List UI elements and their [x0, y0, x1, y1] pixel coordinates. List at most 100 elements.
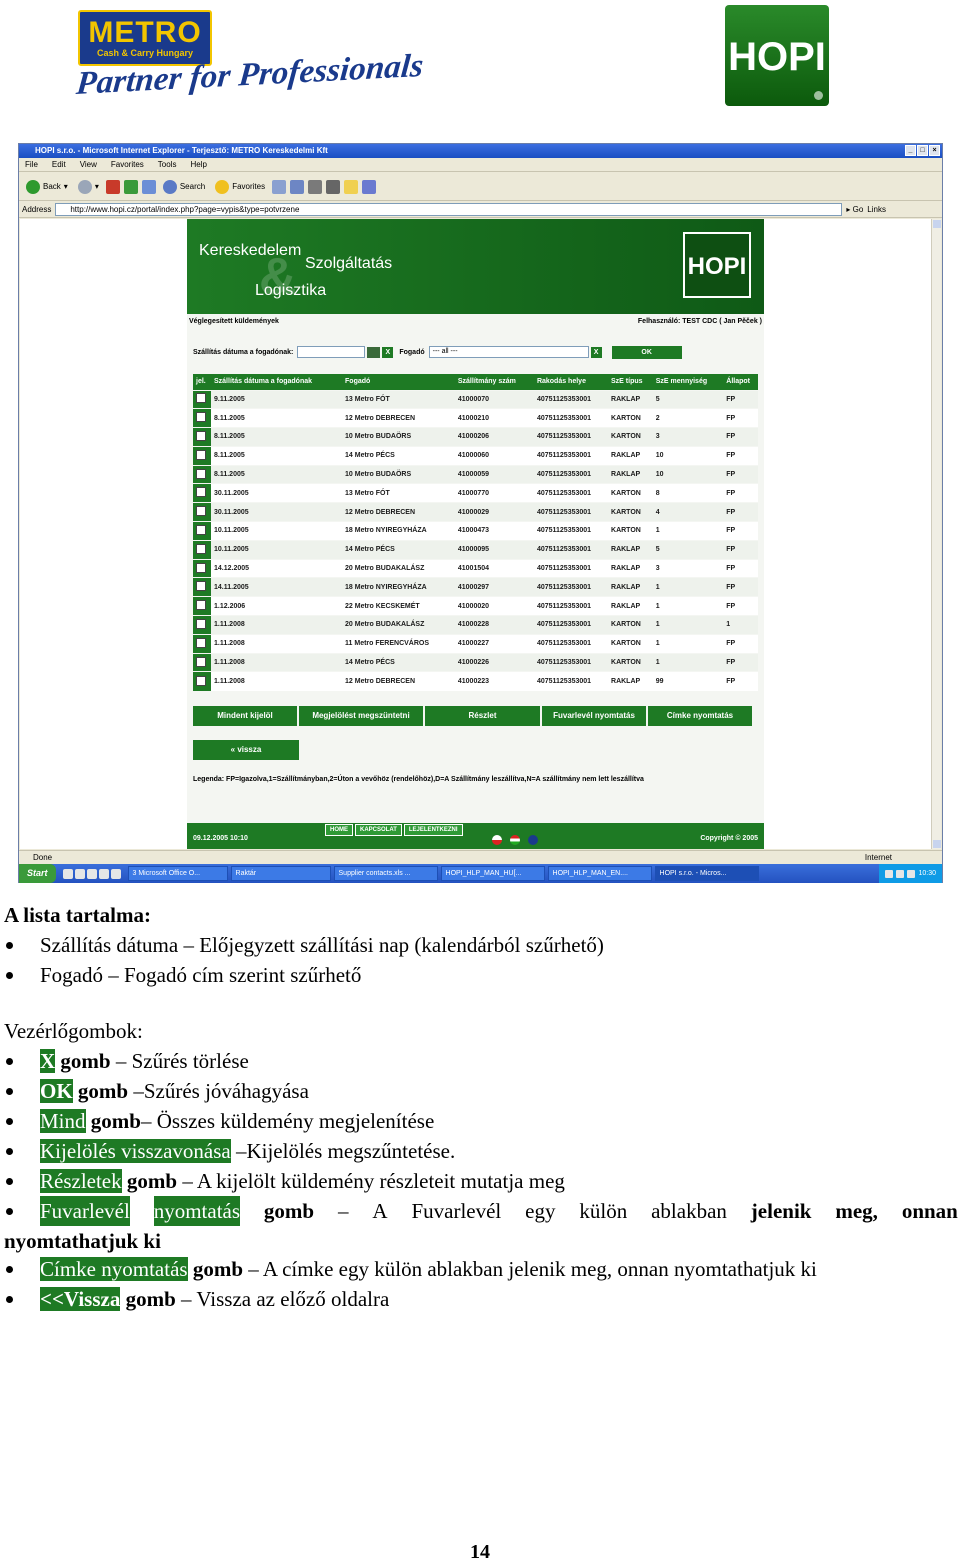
table-row[interactable]: 10.11.2005 18 Metro NYIREGYHÁZA 41000473 40…	[193, 521, 758, 541]
task-supplier-contacts[interactable]: Supplier contacts.xls ...	[333, 866, 438, 881]
row-checkbox[interactable]	[196, 449, 206, 460]
close-icon[interactable]: ×	[929, 145, 940, 156]
back-button[interactable]: Back ▾	[23, 178, 71, 196]
table-row[interactable]: 1.11.2008 12 Metro DEBRECEN 41000223 407511…	[193, 671, 758, 691]
flag-cz-icon[interactable]	[492, 835, 502, 845]
row-checkbox[interactable]	[196, 581, 206, 592]
row-checkbox[interactable]	[196, 506, 206, 517]
quicklaunch-excel-icon[interactable]	[74, 868, 85, 879]
minimize-icon[interactable]: _	[905, 145, 916, 156]
table-row[interactable]: 1.11.2008 20 Metro BUDAKALÁSZ 41000228 4075…	[193, 615, 758, 635]
go-button[interactable]: ▸ Go	[846, 205, 863, 214]
row-checkbox[interactable]	[196, 656, 206, 667]
table-row[interactable]: 8.11.2005 14 Metro PÉCS 41000060 4075112535…	[193, 445, 758, 466]
row-checkbox[interactable]	[196, 600, 206, 611]
print-waybill-button[interactable]: Fuvarlevél nyomtatás	[542, 706, 646, 726]
mail-icon[interactable]	[290, 179, 305, 194]
menu-view[interactable]: View	[80, 158, 97, 171]
footer-nav-home[interactable]: HOME	[325, 824, 353, 836]
quicklaunch-word-icon[interactable]	[98, 868, 109, 879]
col-recipient[interactable]: Fogadó	[342, 374, 455, 390]
row-checkbox[interactable]	[196, 412, 206, 423]
table-row[interactable]: 1.11.2008 14 Metro PÉCS 41000226 4075112535…	[193, 652, 758, 672]
forward-button[interactable]: ▾	[75, 178, 102, 196]
quicklaunch-desktop-icon[interactable]	[110, 868, 121, 879]
col-unit-type[interactable]: SzE típus	[608, 374, 653, 390]
maximize-icon[interactable]: □	[917, 145, 928, 156]
col-unit-qty[interactable]: SzE mennyiség	[652, 374, 724, 390]
table-row[interactable]: 9.11.2005 13 Metro FÓT 41000070 40751125353…	[193, 389, 758, 409]
col-status[interactable]: Állapot	[723, 374, 758, 390]
row-checkbox[interactable]	[196, 524, 206, 535]
deselect-button[interactable]: Megjelölést megszüntetni	[299, 706, 423, 726]
favorites-button[interactable]: Favorites	[212, 178, 268, 196]
details-button[interactable]: Részlet	[425, 706, 540, 726]
menu-help[interactable]: Help	[190, 158, 206, 171]
links-button[interactable]: Links	[867, 205, 886, 214]
flag-hu-icon[interactable]	[510, 835, 520, 845]
table-row[interactable]: 14.12.2005 20 Metro BUDAKALÁSZ 41001504 407…	[193, 558, 758, 578]
address-input[interactable]: http://www.hopi.cz/portal/index.php?page…	[55, 203, 843, 216]
table-row[interactable]: 1.11.2008 11 Metro FERENCVÁROS 41000227 407…	[193, 633, 758, 654]
task-manual-en[interactable]: HOPI_HLP_MAN_EN....	[547, 866, 652, 881]
row-checkbox[interactable]	[196, 562, 206, 573]
table-row[interactable]: 8.11.2005 10 Metro BUDAÖRS 41000059 4075112…	[193, 464, 758, 484]
folder-icon[interactable]	[344, 179, 359, 194]
table-row[interactable]: 10.11.2005 14 Metro PÉCS 41000095 407511253…	[193, 539, 758, 560]
row-checkbox[interactable]	[196, 468, 206, 479]
table-row[interactable]: 14.11.2005 18 Metro NYIREGYHÁZA 41000297 40…	[193, 577, 758, 597]
date-filter-input[interactable]	[297, 346, 366, 358]
select-all-button[interactable]: Mindent kijelöl	[193, 706, 297, 726]
table-row[interactable]: 8.11.2005 10 Metro BUDAÖRS 41000206 4075112…	[193, 427, 758, 447]
menu-edit[interactable]: Edit	[52, 158, 66, 171]
scroll-down-icon[interactable]	[933, 840, 941, 848]
table-row[interactable]: 1.12.2006 22 Metro KECSKEMÉT 41000020 40751…	[193, 596, 758, 616]
row-checkbox[interactable]	[196, 543, 206, 554]
task-hopi-ie[interactable]: HOPI s.r.o. - Micros...	[654, 866, 759, 881]
start-button[interactable]: Start	[19, 864, 56, 883]
row-checkbox[interactable]	[196, 393, 206, 404]
edit-icon[interactable]	[326, 179, 341, 194]
row-checkbox[interactable]	[196, 487, 206, 498]
recipient-clear-button[interactable]: X	[590, 346, 602, 358]
task-manual-hu[interactable]: HOPI_HLP_MAN_HU[...	[440, 866, 545, 881]
date-clear-button[interactable]: X	[382, 346, 394, 358]
stop-icon[interactable]	[105, 179, 120, 194]
messenger-icon[interactable]	[362, 179, 377, 194]
col-shipment-no[interactable]: Szállítmány szám	[454, 374, 534, 390]
menu-favorites[interactable]: Favorites	[111, 158, 144, 171]
table-row[interactable]: 30.11.2005 12 Metro DEBRECEN 41000029 40751…	[193, 502, 758, 522]
quicklaunch-outlook-icon[interactable]	[86, 868, 97, 879]
table-row[interactable]: 30.11.2005 13 Metro FÓT 41000770 4075112535…	[193, 483, 758, 503]
tray-icon[interactable]	[896, 869, 905, 878]
history-icon[interactable]	[272, 179, 287, 194]
table-row[interactable]: 8.11.2005 12 Metro DEBRECEN 41000210 407511…	[193, 408, 758, 428]
print-icon[interactable]	[308, 179, 323, 194]
recipient-select[interactable]: --- all ---	[428, 346, 589, 358]
row-checkbox[interactable]	[196, 430, 206, 441]
footer-nav-contact[interactable]: KAPCSOLAT	[355, 824, 402, 836]
tray-icon[interactable]	[885, 869, 894, 878]
print-label-button[interactable]: Címke nyomtatás	[648, 706, 752, 726]
vertical-scrollbar[interactable]	[931, 219, 941, 849]
home-icon[interactable]	[141, 179, 156, 194]
col-loading-place[interactable]: Rakodás helye	[533, 374, 609, 390]
scroll-up-icon[interactable]	[933, 220, 941, 228]
menu-tools[interactable]: Tools	[158, 158, 177, 171]
quicklaunch-ie-icon[interactable]	[62, 868, 73, 879]
col-date[interactable]: Szállítás dátuma a fogadónak	[211, 374, 343, 390]
row-checkbox[interactable]	[196, 618, 206, 629]
row-checkbox[interactable]	[196, 675, 206, 686]
row-checkbox[interactable]	[196, 637, 206, 648]
refresh-icon[interactable]	[123, 179, 138, 194]
calendar-icon[interactable]	[367, 346, 381, 358]
search-button[interactable]: Search	[160, 178, 208, 196]
task-office[interactable]: 3 Microsoft Office O...	[127, 866, 228, 881]
filter-ok-button[interactable]: OK	[611, 345, 682, 359]
menu-file[interactable]: File	[25, 158, 38, 171]
task-raktar[interactable]: Raktár	[230, 866, 331, 881]
tray-icon[interactable]	[907, 869, 916, 878]
footer-nav-logout[interactable]: LEJELENTKEZNI	[403, 824, 463, 836]
back-link-button[interactable]: « vissza	[193, 740, 299, 760]
flag-uk-icon[interactable]	[528, 835, 538, 845]
